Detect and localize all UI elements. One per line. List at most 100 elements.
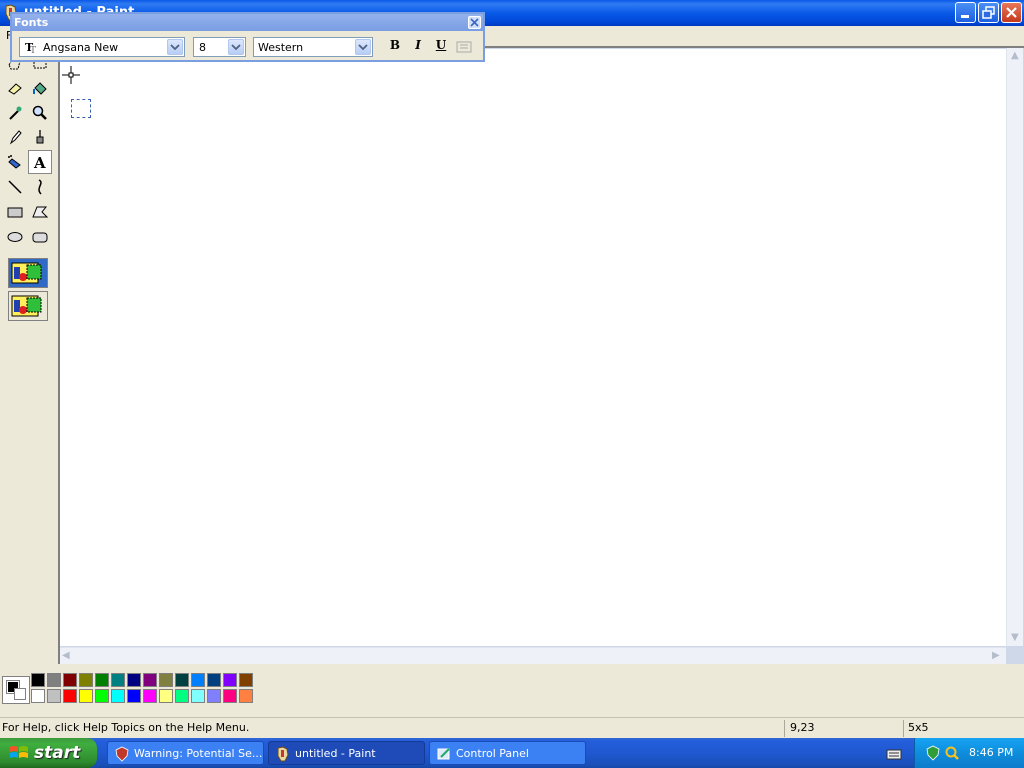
tool-text[interactable]: A [28, 150, 52, 174]
tool-rectangle[interactable] [3, 200, 27, 224]
clock[interactable]: 8:46 PM [969, 746, 1013, 759]
crosshair-cursor-icon [62, 66, 80, 84]
scroll-up-icon[interactable]: ▲ [1011, 50, 1019, 61]
palette-swatch[interactable] [95, 673, 109, 687]
keyboard-icon[interactable] [886, 747, 902, 761]
taskbar-item-warning[interactable]: Warning: Potential Se... [107, 741, 264, 765]
palette-swatch[interactable] [111, 673, 125, 687]
palette-swatch[interactable] [95, 689, 109, 703]
palette-swatch[interactable] [79, 689, 93, 703]
palette-swatch[interactable] [223, 673, 237, 687]
palette-swatch[interactable] [159, 673, 173, 687]
font-name-value: Angsana New [43, 41, 119, 54]
line-icon [8, 180, 22, 194]
scroll-down-icon[interactable]: ▼ [1011, 632, 1019, 643]
text-transparent-option[interactable] [8, 291, 48, 321]
fonts-toolbar-title-bar[interactable]: Fonts [12, 14, 483, 31]
palette-swatch[interactable] [239, 689, 253, 703]
eyedropper-icon [9, 106, 22, 120]
font-script-dropdown-button[interactable] [355, 39, 371, 55]
tool-airbrush[interactable] [3, 150, 27, 174]
palette-swatch[interactable] [127, 673, 141, 687]
polygon-icon [32, 206, 49, 218]
tool-polygon[interactable] [28, 200, 52, 224]
tool-fill-with-color[interactable] [28, 76, 52, 100]
taskbar-item-paint[interactable]: untitled - Paint [268, 741, 425, 765]
font-script-value: Western [258, 41, 304, 54]
fonts-close-button[interactable] [468, 16, 481, 29]
scroll-left-icon[interactable]: ◀ [62, 650, 70, 661]
bold-button[interactable]: B [385, 38, 405, 56]
palette-swatch[interactable] [143, 673, 157, 687]
palette-swatch[interactable] [191, 689, 205, 703]
tool-curve[interactable] [28, 175, 52, 199]
restore-icon [982, 6, 995, 19]
tool-magnifier[interactable] [28, 101, 52, 125]
palette-swatch[interactable] [175, 673, 189, 687]
text-input-box[interactable] [71, 99, 91, 118]
start-button[interactable]: start [0, 738, 97, 768]
background-color [14, 688, 26, 700]
palette-swatch[interactable] [31, 689, 45, 703]
palette-swatch[interactable] [63, 673, 77, 687]
tool-ellipse[interactable] [3, 225, 27, 249]
scroll-right-icon[interactable]: ▶ [992, 650, 1000, 661]
palette-swatch[interactable] [143, 689, 157, 703]
palette-swatch[interactable] [47, 689, 61, 703]
font-name-select[interactable]: T T Angsana New [19, 37, 185, 57]
paint-app-icon [277, 746, 289, 762]
chevron-down-icon [358, 44, 368, 51]
palette-swatch[interactable] [223, 689, 237, 703]
font-name-dropdown-button[interactable] [167, 39, 183, 55]
vertical-scrollbar[interactable]: ▲ ▼ [1006, 48, 1023, 646]
toolbox: A [0, 46, 56, 668]
font-size-value: 8 [199, 41, 206, 54]
text-opaque-option[interactable] [8, 258, 48, 288]
palette-swatch[interactable] [47, 673, 61, 687]
vertical-text-button[interactable] [456, 40, 472, 54]
airbrush-icon [8, 155, 21, 169]
palette-swatch[interactable] [191, 673, 205, 687]
palette-swatch[interactable] [111, 689, 125, 703]
taskbar: start Warning: Potential Se... untitled … [0, 738, 1024, 768]
tool-pencil[interactable] [3, 125, 27, 149]
status-divider [903, 720, 904, 737]
font-script-select[interactable]: Western [253, 37, 373, 57]
horizontal-scrollbar[interactable]: ◀ ▶ [60, 647, 1006, 664]
palette-swatch[interactable] [31, 673, 45, 687]
minimize-button[interactable] [955, 2, 976, 23]
search-icon[interactable] [944, 745, 960, 761]
fonts-toolbar: Fonts T T Angsana New 8 Western B I U [10, 12, 485, 62]
taskbar-item-control-panel[interactable]: Control Panel [429, 741, 586, 765]
tool-pick-color[interactable] [3, 101, 27, 125]
close-icon [470, 18, 479, 27]
pencil-icon [9, 130, 22, 145]
font-size-dropdown-button[interactable] [228, 39, 244, 55]
magnifier-icon [32, 105, 47, 120]
tool-eraser[interactable] [3, 76, 27, 100]
close-button[interactable] [1001, 2, 1022, 23]
palette-swatch[interactable] [127, 689, 141, 703]
italic-button[interactable]: I [408, 38, 428, 56]
palette-swatch[interactable] [63, 689, 77, 703]
ellipse-icon [7, 232, 23, 242]
palette-swatch[interactable] [239, 673, 253, 687]
font-size-select[interactable]: 8 [193, 37, 246, 57]
svg-text:A: A [33, 154, 46, 171]
tool-brush[interactable] [28, 125, 52, 149]
palette-swatch[interactable] [207, 689, 221, 703]
drawing-canvas[interactable] [60, 49, 1006, 646]
fonts-toolbar-title: Fonts [14, 16, 49, 29]
palette-swatch[interactable] [207, 673, 221, 687]
tool-line[interactable] [3, 175, 27, 199]
tool-rounded-rectangle[interactable] [28, 225, 52, 249]
palette-swatch[interactable] [79, 673, 93, 687]
eraser-icon [8, 83, 22, 95]
security-shield-icon[interactable] [925, 745, 941, 761]
palette-swatch[interactable] [175, 689, 189, 703]
status-selection-size: 5x5 [908, 721, 929, 734]
restore-button[interactable] [978, 2, 999, 23]
palette-swatch[interactable] [159, 689, 173, 703]
transparent-background-icon [11, 295, 42, 317]
underline-button[interactable]: U [431, 38, 451, 56]
